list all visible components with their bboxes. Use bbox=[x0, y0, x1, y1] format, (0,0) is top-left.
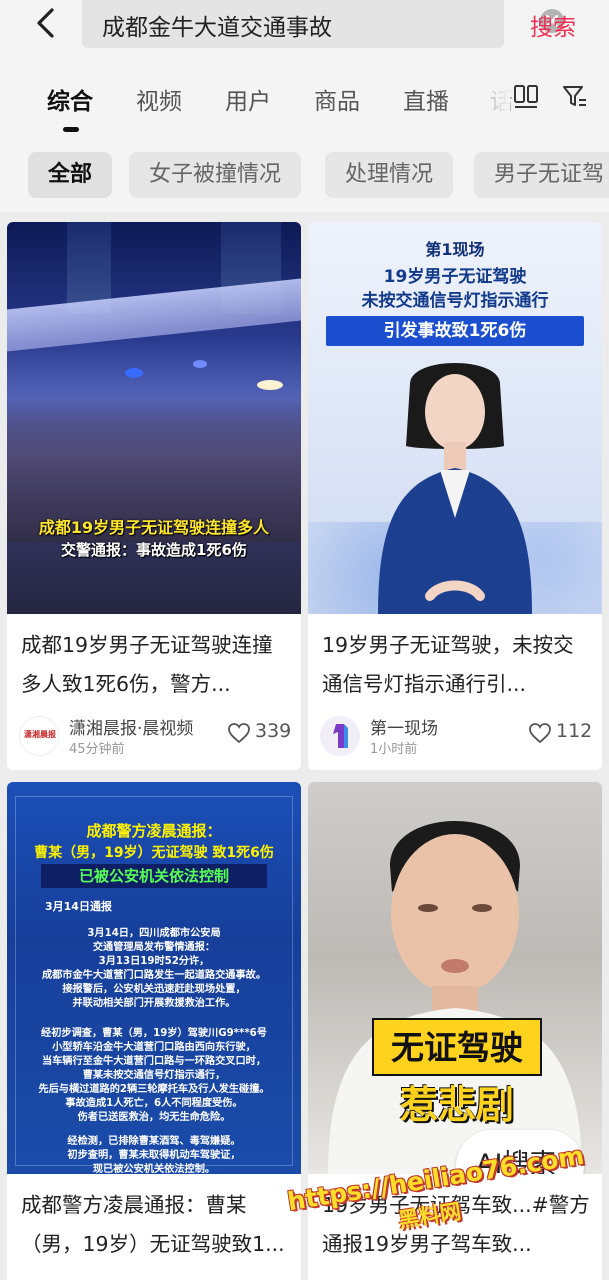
back-arrow-icon[interactable] bbox=[30, 6, 64, 40]
top-bar: 成都金牛大道交通事故 搜索 bbox=[0, 0, 609, 50]
notice-line: 事故造成1人死亡，6人不同程度受伤。 bbox=[65, 1098, 243, 1109]
thumb-box-text: 无证驾驶 bbox=[391, 1028, 523, 1067]
police-light bbox=[193, 360, 207, 368]
notice-line: 成都市金牛大道营门口路发生一起道路交通事故。 bbox=[41, 970, 267, 981]
author-name[interactable]: 第一现场 bbox=[370, 714, 438, 739]
notice-line: 经检测，已排除曹某酒驾、毒驾嫌疑。 bbox=[67, 1136, 241, 1147]
result-card[interactable]: 成都警方凌晨通报： 曹某（男，19岁）无证驾驶 致1死6伤 已被公安机关依法控制… bbox=[7, 782, 301, 1280]
chip-unlicensed[interactable]: 男子无证驾 bbox=[474, 152, 609, 198]
tab-fade bbox=[480, 78, 510, 118]
grid-icon[interactable] bbox=[513, 84, 539, 110]
notice-line: 现已被公安机关依法控制。 bbox=[92, 1164, 216, 1174]
avatar-logo: 潇湘晨报 bbox=[24, 730, 56, 739]
car-light bbox=[257, 380, 283, 390]
notice-line: 初步查明，曹某未取得机动车驾驶证， bbox=[67, 1150, 241, 1161]
active-tab-indicator bbox=[63, 127, 79, 132]
thumb-caption: 交警通报：事故造成1死6伤 bbox=[61, 541, 247, 559]
notice-line: 3月13日19时52分许， bbox=[98, 956, 210, 967]
notice-box-text: 已被公安机关依法控制 bbox=[78, 867, 229, 885]
thumb-headline: 未按交通信号灯指示通行 bbox=[361, 291, 549, 311]
video-thumbnail[interactable]: 成都警方凌晨通报： 曹某（男，19岁）无证驾驶 致1死6伤 已被公安机关依法控制… bbox=[7, 782, 301, 1174]
search-input[interactable]: 成都金牛大道交通事故 bbox=[82, 0, 564, 48]
thumb-subtitle: 惹悲剧 bbox=[399, 1083, 514, 1127]
result-card[interactable]: 第1现场 19岁男子无证驾驶 未按交通信号灯指示通行 引发事故致1死6伤 19岁… bbox=[308, 222, 602, 770]
search-button[interactable]: 搜索 bbox=[530, 8, 576, 42]
result-card[interactable]: 成都19岁男子无证驾驶连撞多人 交警通报：事故造成1死6伤 成都19岁男子无证驾… bbox=[7, 222, 301, 770]
filter-icon[interactable] bbox=[562, 84, 588, 110]
video-thumbnail[interactable]: 无证驾驶 惹悲剧 AI搜索 bbox=[308, 782, 602, 1174]
tab-products[interactable]: 商品 bbox=[314, 82, 360, 116]
tab-live[interactable]: 直播 bbox=[403, 82, 449, 116]
notice-box: 已被公安机关依法控制 bbox=[41, 864, 267, 888]
avatar[interactable] bbox=[320, 716, 360, 756]
card-title[interactable]: 成都警方凌晨通报：曹某（男，19岁）无证驾驶致1... bbox=[21, 1186, 291, 1264]
news-anchor-figure bbox=[378, 363, 532, 614]
tab-video[interactable]: 视频 bbox=[136, 82, 182, 116]
notice-line: 伤者已送医救治，均无生命危险。 bbox=[77, 1112, 231, 1123]
like-count: 112 bbox=[556, 720, 593, 742]
overpass bbox=[7, 278, 301, 352]
filter-chips: 全部 女子被撞情况 处理情况 男子无证驾 bbox=[0, 140, 609, 212]
notice-line: 并联动相关部门开展救援救治工作。 bbox=[72, 998, 236, 1009]
thumb-band: 引发事故致1死6伤 bbox=[326, 316, 584, 346]
thumb-band-text: 引发事故致1死6伤 bbox=[383, 321, 527, 341]
heart-icon[interactable] bbox=[528, 722, 552, 744]
channel-logo: 第1现场 bbox=[425, 240, 485, 259]
avatar[interactable]: 潇湘晨报 bbox=[19, 716, 59, 756]
result-tabs: 综合 视频 用户 商品 直播 话 bbox=[0, 50, 609, 140]
chip-woman-hit[interactable]: 女子被撞情况 bbox=[129, 152, 302, 198]
card-title[interactable]: 19岁男子无证驾驶，未按交通信号灯指示通行引... bbox=[322, 626, 592, 704]
thumb-headline: 19岁男子无证驾驶 bbox=[383, 267, 527, 287]
post-time: 45分钟前 bbox=[69, 742, 125, 757]
chip-all[interactable]: 全部 bbox=[28, 152, 113, 198]
card-title[interactable]: 成都19岁男子无证驾驶连撞多人致1死6伤，警方... bbox=[21, 626, 291, 704]
post-time: 1小时前 bbox=[370, 742, 418, 757]
thumb-caption: 成都19岁男子无证驾驶连撞多人 bbox=[38, 518, 270, 537]
notice-date: 3月14日通报 bbox=[45, 900, 112, 913]
notice-headline: 成都警方凌晨通报： bbox=[86, 822, 222, 840]
card-meta: 第一现场 1小时前 112 bbox=[320, 714, 600, 757]
notice-line: 经初步调查，曹某（男，19岁）驾驶川G9***6号 bbox=[41, 1028, 267, 1039]
channel-avatar-icon bbox=[333, 724, 348, 748]
notice-line: 交通管理局发布警情通报： bbox=[92, 942, 216, 953]
notice-line: 当车辆行至金牛大道营门口路与一环路交叉口时， bbox=[41, 1056, 267, 1067]
police-light bbox=[125, 368, 143, 378]
notice-line: 先后与横过道路的2辆三轮摩托车及行人发生碰撞。 bbox=[38, 1084, 270, 1095]
chip-handling[interactable]: 处理情况 bbox=[325, 152, 454, 198]
notice-headline: 曹某（男，19岁）无证驾驶 致1死6伤 bbox=[34, 845, 274, 861]
video-thumbnail[interactable]: 成都19岁男子无证驾驶连撞多人 交警通报：事故造成1死6伤 bbox=[7, 222, 301, 614]
video-thumbnail[interactable]: 第1现场 19岁男子无证驾驶 未按交通信号灯指示通行 引发事故致1死6伤 bbox=[308, 222, 602, 614]
heart-icon[interactable] bbox=[227, 722, 251, 744]
search-query[interactable]: 成都金牛大道交通事故 bbox=[102, 8, 332, 42]
notice-line: 接报警后，公安机关迅速赶赴现场处置， bbox=[62, 984, 246, 995]
notice-line: 3月14日，四川成都市公安局 bbox=[87, 928, 221, 939]
tab-comprehensive[interactable]: 综合 bbox=[47, 82, 93, 116]
tab-users[interactable]: 用户 bbox=[225, 82, 271, 116]
card-meta: 潇湘晨报 潇湘晨报·晨视频 45分钟前 339 bbox=[19, 714, 299, 757]
like-count: 339 bbox=[255, 720, 292, 742]
author-name[interactable]: 潇湘晨报·晨视频 bbox=[69, 714, 193, 739]
notice-line: 曹某未按交通信号灯指示通行， bbox=[82, 1070, 226, 1081]
thumb-box: 无证驾驶 bbox=[372, 1018, 542, 1076]
notice-line: 小型轿车沿金牛大道营门口路由西向东行驶， bbox=[52, 1042, 256, 1053]
